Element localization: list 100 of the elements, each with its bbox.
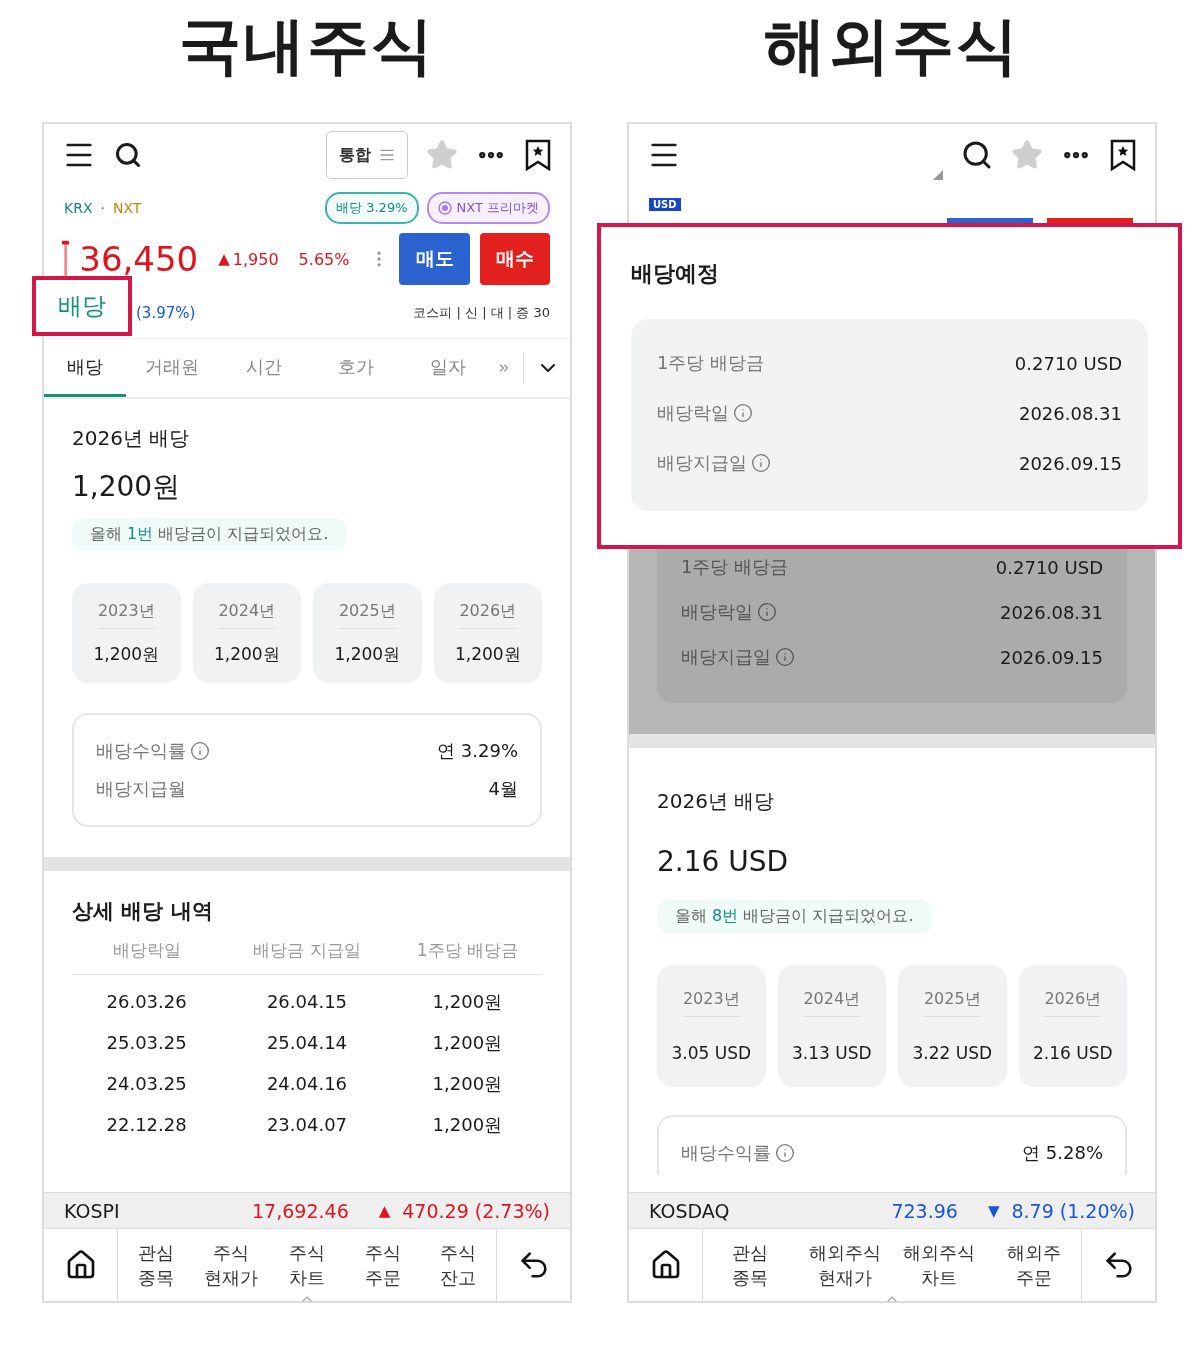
table-cell-text: 24.03.25: [105, 1072, 188, 1096]
index-name: KOSDAQ: [649, 1199, 731, 1222]
premarket-badge[interactable]: NXT 프리마켓: [426, 192, 550, 224]
tab[interactable]: 거래원: [126, 339, 218, 397]
change-rate: (3.97%): [136, 304, 196, 322]
table-cell-text: 1,200원: [431, 990, 504, 1014]
row-value: 2026.08.31: [999, 601, 1103, 623]
bookmark-icon[interactable]: [524, 139, 552, 171]
market-tag: NXT: [112, 200, 142, 216]
star-icon[interactable]: [1011, 139, 1043, 171]
table-cell-text: 1,200원: [431, 1072, 504, 1096]
info-icon[interactable]: [757, 602, 777, 622]
more-tabs-icon[interactable]: [497, 361, 511, 375]
row-label: 배당락일: [681, 600, 753, 624]
dividend-note: 올해 8번 배당금이 지급되었어요.: [657, 900, 932, 933]
row-label: 배당락일: [657, 401, 729, 425]
index-name: KOSPI: [64, 1199, 121, 1222]
row-label: 배당지급일: [681, 645, 771, 669]
currency-badge: USD: [649, 198, 681, 211]
panel-title: 해외주식: [763, 8, 1021, 84]
price-change: 1,950: [232, 249, 279, 269]
market-button[interactable]: 통합: [326, 131, 408, 179]
year-label: 2026년: [459, 600, 517, 629]
change-arrow: ▲: [378, 1201, 391, 1220]
row-value: 0.2710 USD: [1014, 352, 1122, 374]
dividend-amount: 1,200원: [72, 469, 182, 505]
row-value: 연 5.28%: [1022, 1141, 1103, 1165]
table-cell-text: 26.03.26: [105, 990, 188, 1014]
row-label: 배당지급월: [96, 777, 186, 801]
search-icon[interactable]: [114, 141, 142, 169]
year-label: 2024년: [218, 600, 276, 629]
index-value: 723.96: [890, 1199, 959, 1222]
tab[interactable]: 호가: [310, 339, 402, 397]
zoom-callout: 배당: [32, 276, 132, 336]
year-amount: 2.16 USD: [1032, 1043, 1113, 1063]
table-cell-text: 23.04.07: [265, 1113, 349, 1137]
table-cell-text: 25.04.14: [265, 1031, 349, 1055]
row-label: 배당수익률: [681, 1141, 771, 1165]
section-heading: 2026년 배당: [72, 425, 191, 452]
column-header: 배당금 지급일: [221, 939, 393, 975]
year-label: 2026년: [1044, 989, 1102, 1017]
dividend-badge[interactable]: 배당 3.29%: [325, 192, 419, 224]
row-label: 배당지급일: [657, 451, 747, 475]
info-icon[interactable]: [190, 741, 210, 761]
table-cell-text: 24.04.16: [265, 1072, 349, 1096]
year-amount: 1,200원: [213, 642, 280, 666]
row-value: 4월: [488, 777, 518, 801]
market-tag: KRX: [64, 200, 93, 216]
candle-icon: [62, 239, 70, 279]
year-label: 2025년: [338, 600, 396, 629]
year-label: 2023년: [682, 989, 740, 1017]
callout-title: 배당예정: [631, 260, 720, 288]
row-label: 1주당 배당금: [681, 555, 789, 579]
row-value: 2026.09.15: [1018, 452, 1122, 474]
info-icon[interactable]: [775, 647, 795, 667]
table-cell-text: 22.12.28: [105, 1113, 188, 1137]
year-amount: 1,200원: [454, 642, 521, 666]
year-label: 2024년: [803, 989, 861, 1017]
row-value: 2026.09.15: [999, 646, 1103, 668]
year-amount: 1,200원: [93, 642, 160, 666]
bookmark-icon[interactable]: [1109, 139, 1137, 171]
info-icon[interactable]: [733, 403, 753, 423]
column-header: 배당락일: [72, 939, 222, 975]
market-info: 코스피 | 신 | 대 | 증 30: [413, 304, 550, 322]
stock-price: 36,450: [79, 239, 199, 279]
index-value: 17,692.46: [251, 1199, 350, 1222]
year-amount: 3.05 USD: [671, 1043, 752, 1063]
sell-button[interactable]: 매도: [399, 233, 470, 285]
table-cell-text: 25.03.25: [105, 1031, 188, 1055]
dividend-note: 올해 1번 배당금이 지급되었어요.: [72, 518, 347, 551]
column-header: 1주당 배당금: [392, 939, 542, 975]
section-heading: 상세 배당 내역: [72, 898, 214, 925]
row-label: 1주당 배당금: [657, 351, 765, 375]
year-amount: 3.13 USD: [791, 1043, 872, 1063]
dividend-amount: 2.16 USD: [657, 845, 790, 878]
search-icon[interactable]: [961, 139, 993, 171]
year-amount: 3.22 USD: [912, 1043, 993, 1063]
tab[interactable]: 배당: [44, 339, 126, 397]
change-rate: 5.65%: [298, 249, 350, 269]
change-arrow: ▲: [218, 250, 230, 268]
star-icon[interactable]: [426, 139, 458, 171]
year-amount: 1,200원: [334, 642, 401, 666]
table-cell-text: 1,200원: [431, 1113, 504, 1137]
year-label: 2023년: [97, 600, 155, 629]
section-heading: 2026년 배당: [657, 788, 776, 815]
row-label: 배당수익률: [96, 739, 186, 763]
info-icon[interactable]: [751, 453, 771, 473]
change-arrow: ▼: [987, 1201, 1000, 1220]
row-value: 0.2710 USD: [995, 556, 1103, 578]
list-icon: [379, 147, 395, 163]
row-value: 연 3.29%: [437, 739, 518, 763]
index-change: 470.29 (2.73%): [402, 1199, 550, 1222]
separator: ·: [100, 200, 105, 216]
row-value: 2026.08.31: [1018, 402, 1122, 424]
buy-button[interactable]: 매수: [479, 233, 550, 285]
info-icon[interactable]: [775, 1143, 795, 1163]
tab[interactable]: 시간: [218, 339, 310, 397]
tab[interactable]: 일자: [402, 339, 494, 397]
table-cell-text: 1,200원: [431, 1031, 504, 1055]
index-change: 8.79 (1.20%): [1011, 1199, 1135, 1222]
